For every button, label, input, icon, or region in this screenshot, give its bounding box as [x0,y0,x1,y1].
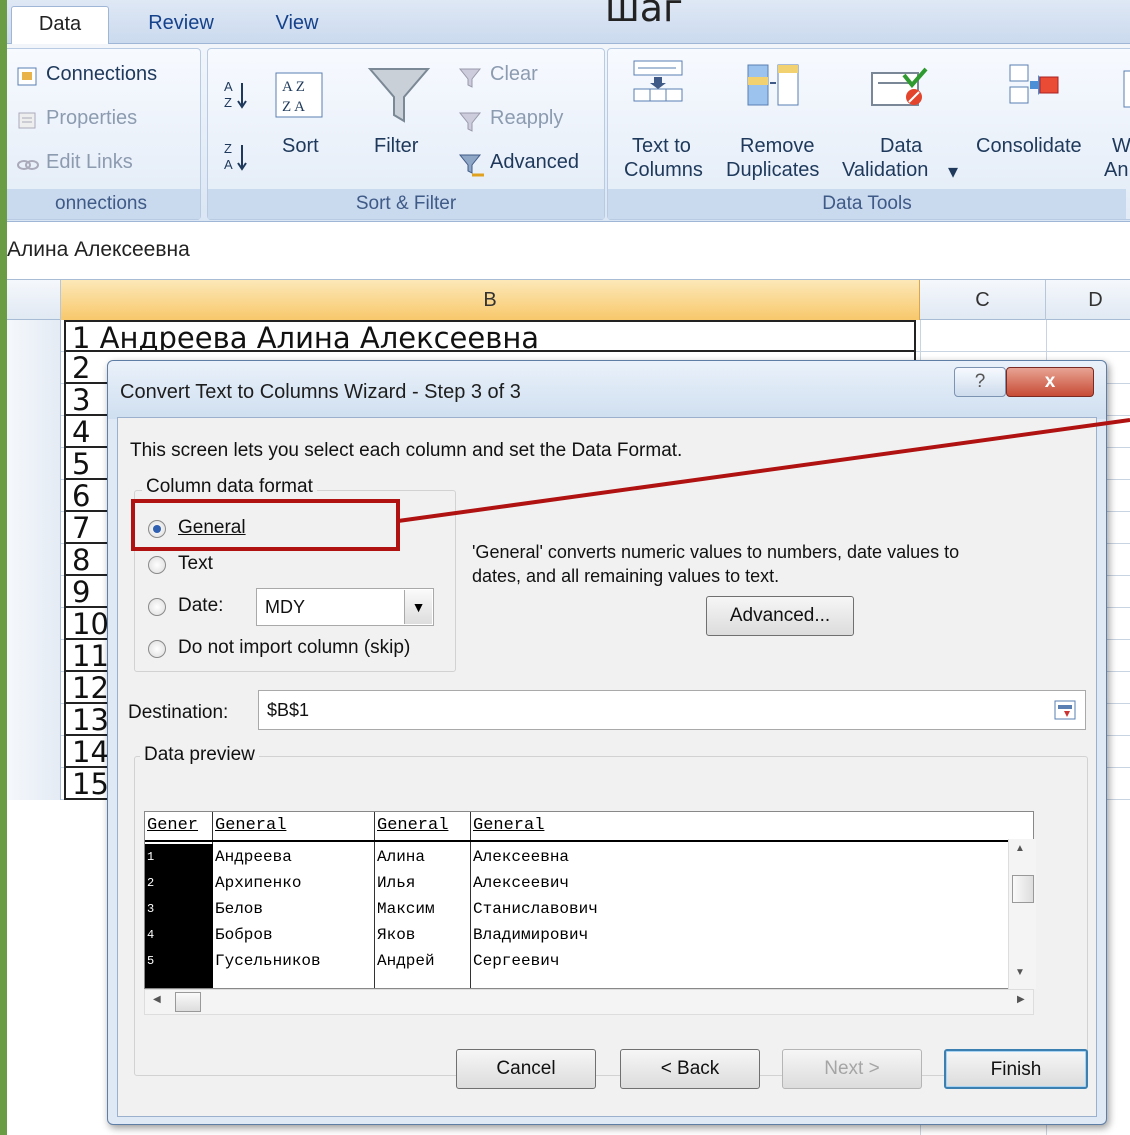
callout-line [397,418,1130,523]
callout-box [131,499,400,551]
callout-annotation [131,418,1130,551]
screen: Data Review View шаг Connections Propert… [7,0,1130,1135]
